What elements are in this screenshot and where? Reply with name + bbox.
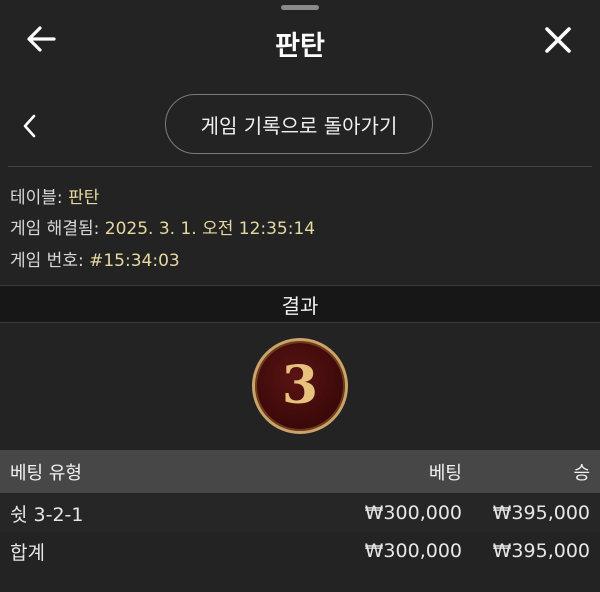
column-header-win: 승 — [573, 462, 590, 484]
result-ball: 3 — [252, 338, 348, 434]
bets-table-header: 베팅 유형 베팅 승 — [0, 450, 600, 493]
game-number-info: 게임 번호: #15:34:03 — [10, 246, 180, 271]
result-number: 3 — [281, 355, 319, 416]
total-bet-cell: ₩300,000 — [364, 540, 462, 562]
table-row: 쉿 3-2-1 ₩300,000 ₩395,000 — [0, 494, 600, 533]
column-header-bet-type: 베팅 유형 — [10, 462, 82, 484]
resolved-value: 2025. 3. 1. 오전 12:35:14 — [104, 219, 316, 239]
total-row: 합계 ₩300,000 ₩395,000 — [0, 532, 600, 570]
page-title: 판탄 — [275, 31, 325, 62]
top-bar: 판탄 — [0, 0, 600, 82]
column-header-bet: 베팅 — [428, 462, 462, 484]
table-label: 테이블: — [10, 188, 63, 208]
bet-type-cell: 쉿 3-2-1 — [10, 503, 84, 526]
resolved-label: 게임 해결됨: — [10, 219, 100, 239]
win-amount-cell: ₩395,000 — [492, 502, 590, 524]
chevron-left-icon[interactable] — [18, 112, 42, 140]
table-value: 판탄 — [68, 188, 100, 208]
total-win-cell: ₩395,000 — [492, 540, 590, 562]
result-heading: 결과 — [0, 285, 600, 323]
bet-amount-cell: ₩300,000 — [364, 502, 462, 524]
resolved-info: 게임 해결됨: 2025. 3. 1. 오전 12:35:14 — [10, 214, 315, 239]
divider — [8, 166, 592, 167]
back-to-history-button[interactable]: 게임 기록으로 돌아가기 — [165, 94, 433, 154]
game-number-value: #15:34:03 — [89, 251, 180, 271]
close-icon[interactable] — [540, 22, 576, 58]
table-info: 테이블: 판탄 — [10, 183, 99, 208]
game-number-label: 게임 번호: — [10, 251, 84, 271]
total-label: 합계 — [10, 541, 45, 564]
